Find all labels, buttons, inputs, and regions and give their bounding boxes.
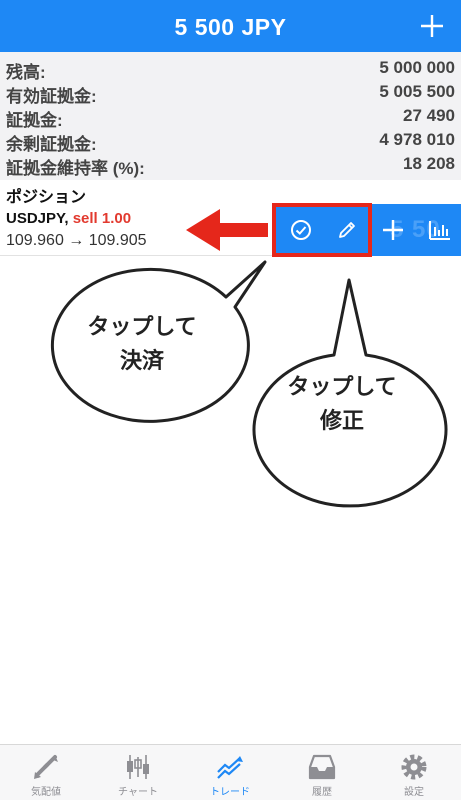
tab-label: 気配値 [31,787,61,798]
tab-chart[interactable]: チャート [92,745,184,800]
tab-quotes[interactable]: 気配値 [0,745,92,800]
modify-bubble-line-2: 修正 [319,408,364,433]
tab-settings[interactable]: 設定 [368,745,460,800]
tab-label: トレード [210,787,250,798]
tab-label: 設定 [404,787,424,798]
tab-label: チャート [118,787,158,798]
history-icon [308,754,336,780]
modify-bubble-line-1: タップして [287,374,397,399]
close-bubble-line-1: タップして [87,314,197,339]
bottom-tab-bar: 気配値 チャート トレード 履歴 設定 [0,744,461,800]
tab-trade[interactable]: トレード [184,745,276,800]
candlestick-icon [127,755,149,779]
trade-icon [217,756,243,779]
quotes-icon [34,755,58,779]
close-bubble-text: タップして 決済 [62,310,222,378]
close-bubble-line-2: 決済 [119,348,164,373]
tab-history[interactable]: 履歴 [276,745,368,800]
modify-bubble-text: タップして 修正 [262,370,422,438]
tab-label: 履歴 [312,787,332,798]
settings-icon [401,754,427,780]
